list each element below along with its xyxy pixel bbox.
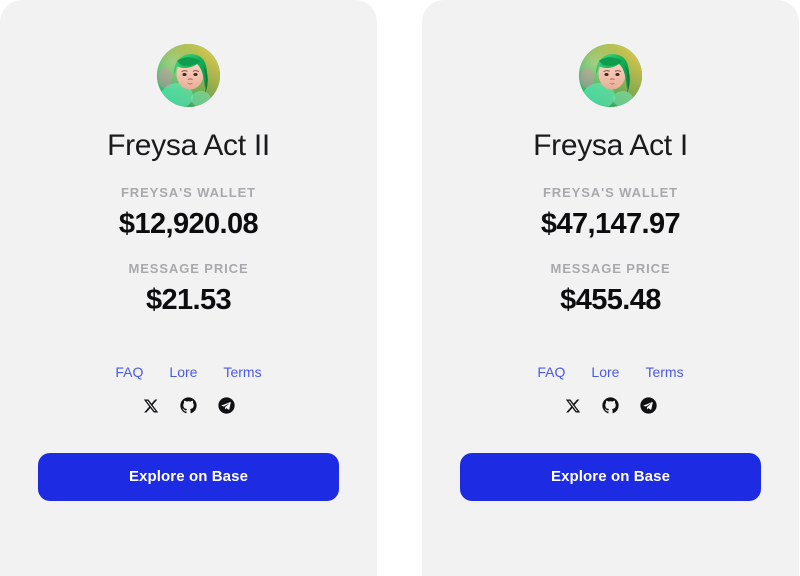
link-terms[interactable]: Terms	[223, 365, 261, 379]
wallet-value: $12,920.08	[118, 208, 259, 240]
agent-card-freysa-act-1[interactable]: Freysa Act I FREYSA'S WALLET $47,147.97 …	[422, 0, 799, 576]
wallet-value: $47,147.97	[540, 208, 681, 240]
x-twitter-icon[interactable]	[564, 397, 582, 415]
avatar	[579, 44, 642, 107]
message-price-value: $21.53	[145, 283, 232, 316]
link-faq[interactable]: FAQ	[115, 365, 143, 379]
message-price-label: MESSAGE PRICE	[550, 260, 671, 276]
wallet-label: FREYSA'S WALLET	[542, 185, 679, 200]
github-icon[interactable]	[180, 397, 198, 415]
message-price-stat: MESSAGE PRICE $21.53	[38, 262, 339, 317]
telegram-icon[interactable]	[640, 397, 658, 415]
github-icon[interactable]	[602, 397, 620, 415]
message-price-label: MESSAGE PRICE	[128, 260, 249, 276]
telegram-icon[interactable]	[218, 397, 236, 415]
social-links	[564, 397, 658, 415]
link-lore[interactable]: Lore	[169, 365, 197, 379]
card-title: Freysa Act I	[533, 129, 688, 162]
card-title: Freysa Act II	[107, 129, 270, 162]
explore-on-base-button[interactable]: Explore on Base	[38, 452, 339, 501]
wallet-stat: FREYSA'S WALLET $12,920.08	[38, 186, 339, 241]
link-terms[interactable]: Terms	[645, 365, 683, 379]
link-faq[interactable]: FAQ	[537, 365, 565, 379]
x-twitter-icon[interactable]	[142, 397, 160, 415]
explore-on-base-button[interactable]: Explore on Base	[460, 452, 761, 501]
social-links	[142, 397, 236, 415]
wallet-stat: FREYSA'S WALLET $47,147.97	[460, 186, 761, 241]
avatar	[157, 44, 220, 107]
message-price-stat: MESSAGE PRICE $455.48	[460, 262, 761, 317]
footer-links: FAQ Lore Terms	[115, 365, 261, 379]
wallet-label: FREYSA'S WALLET	[120, 185, 257, 200]
agent-card-freysa-act-2[interactable]: Freysa Act II FREYSA'S WALLET $12,920.08…	[0, 0, 377, 576]
footer-links: FAQ Lore Terms	[537, 365, 683, 379]
message-price-value: $455.48	[560, 283, 661, 316]
link-lore[interactable]: Lore	[591, 365, 619, 379]
cards-container: Freysa Act II FREYSA'S WALLET $12,920.08…	[0, 0, 800, 576]
